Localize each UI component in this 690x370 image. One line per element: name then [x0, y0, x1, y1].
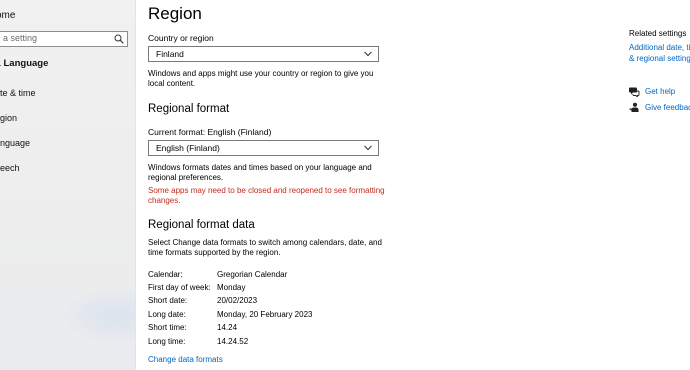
- chevron-down-icon: [364, 51, 372, 57]
- give-feedback-label: Give feedback: [645, 103, 690, 112]
- country-label: Country or region: [148, 33, 214, 43]
- chevron-down-icon: [364, 145, 372, 151]
- regional-format-value: English (Finland): [156, 143, 220, 153]
- regional-format-dropdown[interactable]: English (Finland): [148, 140, 379, 156]
- sidebar-home[interactable]: ome: [0, 10, 15, 21]
- sidebar-item-language[interactable]: anguage: [0, 138, 30, 148]
- regional-format-heading: Regional format: [148, 103, 230, 115]
- country-value: Finland: [156, 49, 184, 59]
- main-content: Region Country or region Finland Windows…: [148, 0, 598, 370]
- format-row-key: Short time:: [148, 323, 187, 332]
- help-icon: [629, 87, 640, 97]
- page-title: Region: [148, 4, 202, 23]
- related-settings-title: Related settings: [629, 29, 687, 38]
- format-data-heading: Regional format data: [148, 219, 255, 231]
- format-row-key: Long date:: [148, 310, 186, 319]
- additional-settings-link[interactable]: Additional date, time, & regional settin…: [629, 42, 690, 64]
- settings-window: ome a setting & Language ate & time egio…: [0, 0, 690, 370]
- search-placeholder: a setting: [3, 33, 38, 43]
- formatting-warning: Some apps may need to be closed and reop…: [148, 186, 385, 205]
- change-data-formats-link[interactable]: Change data formats: [148, 355, 223, 364]
- current-format-label: Current format: English (Finland): [148, 127, 272, 137]
- format-row-short-date: Short date: 20/02/2023: [148, 296, 257, 305]
- feedback-icon: [629, 102, 639, 112]
- get-help-label: Get help: [645, 87, 676, 96]
- format-row-key: Calendar:: [148, 270, 183, 279]
- sidebar: ome a setting & Language ate & time egio…: [0, 0, 136, 370]
- format-row-key: Short date:: [148, 296, 188, 305]
- format-row-value: 14.24.52: [217, 337, 249, 346]
- format-row-value: Monday: [217, 283, 246, 292]
- country-dropdown[interactable]: Finland: [148, 46, 379, 62]
- regional-format-description: Windows formats dates and times based on…: [148, 163, 372, 182]
- format-data-description: Select Change data formats to switch amo…: [148, 238, 382, 257]
- format-row-value: 14.24: [217, 323, 238, 332]
- sidebar-item-region[interactable]: egion: [0, 113, 17, 123]
- format-row-value: Monday, 20 February 2023: [217, 310, 313, 319]
- format-row-key: Long time:: [148, 337, 186, 346]
- sidebar-section-title: & Language: [0, 58, 49, 69]
- format-row-short-time: Short time: 14.24: [148, 323, 237, 332]
- format-row-long-date: Long date: Monday, 20 February 2023: [148, 310, 312, 319]
- format-row-calendar: Calendar: Gregorian Calendar: [148, 270, 287, 279]
- sidebar-item-speech[interactable]: peech: [0, 163, 20, 173]
- format-row-first-day: First day of week: Monday: [148, 283, 245, 292]
- format-row-value: Gregorian Calendar: [217, 270, 288, 279]
- format-row-key: First day of week:: [148, 283, 211, 292]
- format-row-long-time: Long time: 14.24.52: [148, 337, 248, 346]
- format-row-value: 20/02/2023: [217, 296, 258, 305]
- sidebar-item-date-time[interactable]: ate & time: [0, 88, 36, 98]
- country-description: Windows and apps might use your country …: [148, 69, 374, 88]
- search-input[interactable]: a setting: [0, 31, 128, 47]
- search-icon: [114, 34, 124, 44]
